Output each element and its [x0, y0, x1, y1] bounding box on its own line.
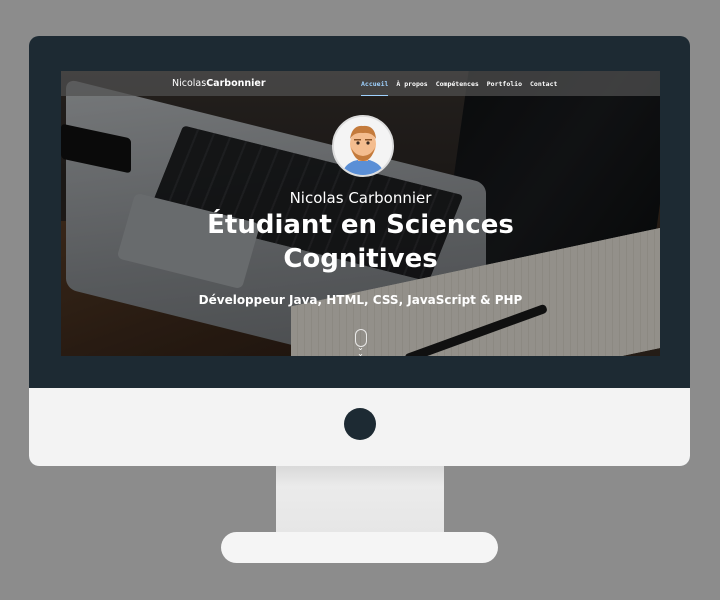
chevron-down-icon[interactable]: ⌄ ⌄ [356, 344, 365, 357]
nav-link-competences[interactable]: Compétences [436, 71, 479, 96]
brand-logo[interactable]: NicolasCarbonnier [172, 78, 266, 89]
nav-link-portfolio[interactable]: Portfolio [487, 71, 522, 96]
brand-first: Nicolas [172, 78, 207, 89]
avatar [332, 115, 394, 177]
hero-title-line2: Cognitives [283, 244, 438, 274]
monitor-base [221, 532, 498, 563]
monitor-chin [29, 388, 690, 466]
brand-last: Carbonnier [206, 78, 266, 89]
nav-link-a-propos[interactable]: À propos [396, 71, 427, 96]
nav-links: Accueil À propos Compétences Portfolio C… [361, 71, 557, 96]
avatar-illustration-icon [334, 117, 392, 175]
apple-logo-dot [343, 408, 376, 440]
website-screen: NicolasCarbonnier Accueil À propos Compé… [61, 71, 660, 356]
nav-link-accueil[interactable]: Accueil [361, 71, 389, 96]
hero-subtitle: Développeur Java, HTML, CSS, JavaScript … [198, 293, 523, 307]
monitor-frame: NicolasCarbonnier Accueil À propos Compé… [29, 36, 690, 466]
navbar: NicolasCarbonnier Accueil À propos Compé… [61, 71, 660, 96]
hero-title: Étudiant en Sciences Cognitives [61, 208, 660, 276]
monitor-neck [276, 466, 444, 534]
nav-link-contact[interactable]: Contact [530, 71, 557, 96]
hero-name: Nicolas Carbonnier [289, 189, 432, 207]
hero-title-line1: Étudiant en Sciences [207, 210, 514, 240]
